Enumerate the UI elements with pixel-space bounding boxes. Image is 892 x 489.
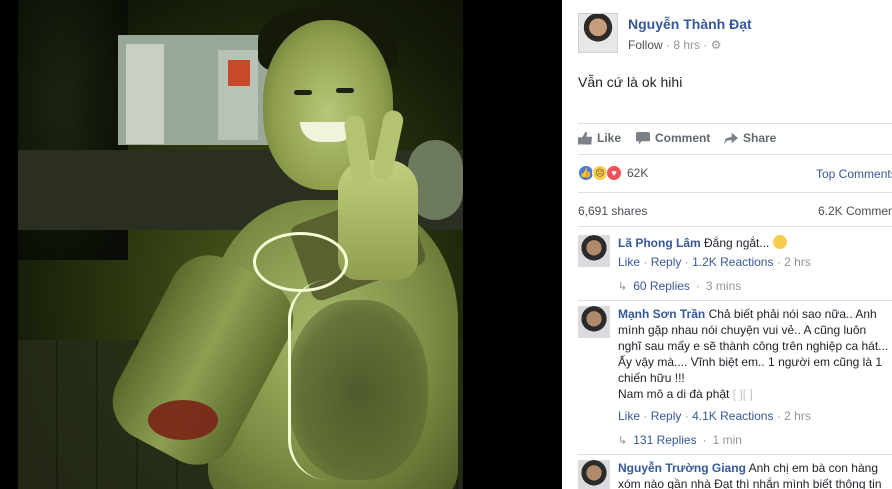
comment-body: Lã Phong Lâm Đắng ngắt... (618, 235, 890, 251)
comment-reply-link[interactable]: Reply (651, 255, 682, 269)
follow-link[interactable]: Follow (628, 38, 663, 52)
commenter-avatar[interactable] (578, 306, 610, 338)
photo-viewer[interactable] (0, 0, 562, 489)
comment-time[interactable]: 2 hrs (784, 409, 811, 423)
globe-icon: ⚙ (710, 38, 722, 52)
replies-time: 3 mins (705, 279, 742, 293)
replies-count: 131 Replies (633, 433, 697, 447)
view-replies-link[interactable]: ↳ 60 Replies · 3 mins (618, 279, 741, 293)
reactions-summary[interactable]: 👍 ☹ ♥ 62K (578, 165, 648, 181)
commenter-name[interactable]: Lã Phong Lâm (618, 236, 701, 250)
share-button[interactable]: Share (724, 131, 776, 145)
thumbs-up-icon (578, 131, 592, 145)
comment-label: Comment (655, 131, 711, 145)
comment-like-link[interactable]: Like (618, 409, 640, 423)
shares-count[interactable]: 6,691 shares (578, 204, 647, 218)
comment-reply-link[interactable]: Reply (651, 409, 682, 423)
author-name[interactable]: Nguyễn Thành Đạt (628, 16, 752, 32)
comment-reactions-link[interactable]: 4.1K Reactions (692, 409, 773, 423)
divider (578, 454, 892, 455)
comment-like-link[interactable]: Like (618, 255, 640, 269)
separator: · (702, 433, 707, 447)
share-icon (724, 132, 738, 145)
comment-button[interactable]: Comment (636, 131, 710, 145)
divider (578, 300, 892, 301)
missing-emoji-glyphs: [ ][ ] (732, 387, 753, 401)
post-side-panel: Nguyễn Thành Đạt Follow · 8 hrs · ⚙ Vẫn … (562, 0, 892, 489)
photo-sign (228, 60, 250, 86)
post-text: Vẫn cứ là ok hihi (578, 74, 683, 90)
photo-wound (148, 400, 218, 440)
post-photo[interactable] (18, 0, 463, 489)
comment-actions: Like · Reply · 1.2K Reactions · 2 hrs (618, 255, 811, 269)
commenter-avatar[interactable] (578, 460, 610, 489)
comment-icon (636, 131, 650, 145)
divider (578, 226, 892, 227)
photo-cable (288, 280, 348, 480)
separator: · (695, 279, 700, 293)
comment-time[interactable]: 2 hrs (784, 255, 811, 269)
meta-separator: · (703, 38, 711, 52)
view-replies-link[interactable]: ↳ 131 Replies · 1 min (618, 433, 742, 447)
crying-emoji-icon (772, 235, 787, 249)
divider (578, 192, 892, 193)
share-label: Share (743, 131, 777, 145)
reply-arrow-icon: ↳ (618, 434, 628, 447)
top-comments-dropdown[interactable]: Top Comments (816, 167, 892, 181)
like-button[interactable]: Like (578, 131, 621, 145)
photo-window (126, 44, 164, 144)
post-time[interactable]: 8 hrs (673, 38, 700, 52)
divider (578, 123, 892, 124)
separator: · (684, 255, 693, 269)
replies-count: 60 Replies (633, 279, 690, 293)
separator: · (684, 409, 693, 423)
author-avatar[interactable] (578, 13, 618, 53)
comment-reactions-link[interactable]: 1.2K Reactions (692, 255, 773, 269)
divider (578, 154, 892, 155)
commenter-avatar[interactable] (578, 235, 610, 267)
photo-eye-left (294, 90, 312, 95)
comment-body: Mạnh Sơn Trần Chả biết phải nói sao nữa.… (618, 306, 890, 402)
photo-eye-right (336, 88, 354, 93)
commenter-name[interactable]: Nguyễn Trường Giang (618, 461, 746, 475)
like-label: Like (597, 131, 622, 145)
reactions-count: 62K (627, 166, 649, 180)
comment-text: Nam mô a di đà phật (618, 387, 730, 401)
post-meta: Follow · 8 hrs · ⚙ (628, 38, 722, 52)
commenter-name[interactable]: Mạnh Sơn Trần (618, 307, 705, 321)
separator: · (643, 255, 651, 269)
comment-text: Đắng ngắt... (704, 236, 770, 250)
love-reaction-icon: ♥ (606, 165, 622, 181)
replies-time: 1 min (712, 433, 742, 447)
separator: · (643, 409, 651, 423)
reply-arrow-icon: ↳ (618, 280, 628, 293)
comment-body: Nguyễn Trường Giang Anh chị em bà con hà… (618, 460, 890, 489)
comments-count[interactable]: 6.2K Comments (818, 204, 892, 218)
comment-actions: Like · Reply · 4.1K Reactions · 2 hrs (618, 409, 811, 423)
